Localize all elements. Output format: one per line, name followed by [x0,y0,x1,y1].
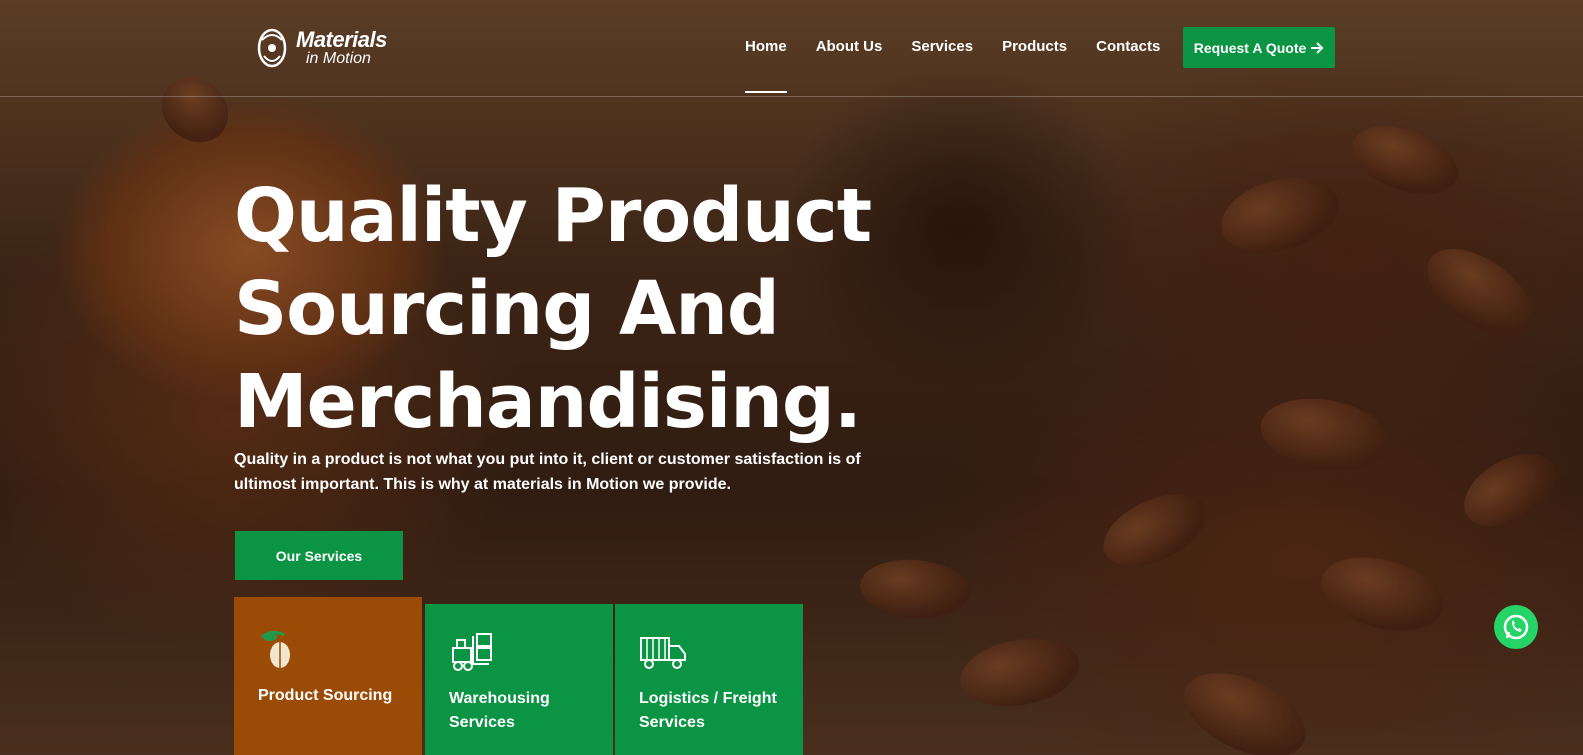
nav-contacts[interactable]: Contacts [1096,38,1160,93]
hero-description: Quality in a product is not what you put… [234,451,861,493]
request-quote-label: Request A Quote [1193,39,1307,56]
hero-title: Quality Product Sourcing And Merchandisi… [234,170,874,449]
brand-tagline: in Motion [306,50,371,67]
hero-title-line-3: Merchandising. [234,359,862,445]
main-nav: Home About Us Services Products Contacts [745,38,1189,93]
whatsapp-button[interactable] [1494,605,1538,649]
arrow-right-icon [1311,41,1324,54]
service-card-logistics[interactable]: Logistics / Freight Services [615,604,803,755]
service-card-label: Warehousing Services [449,690,550,731]
service-card-product-sourcing[interactable]: Product Sourcing [234,597,422,755]
nav-products[interactable]: Products [1002,38,1067,93]
forklift-icon [452,633,492,671]
nav-about-us[interactable]: About Us [816,38,883,93]
hero-title-line-1: Quality Product [234,173,872,259]
brand-name: Materials [296,27,387,52]
cocoa-pod-icon [261,630,290,668]
service-card-warehousing[interactable]: Warehousing Services [425,604,613,755]
site-header: Materials in Motion Home About Us Servic… [0,0,1583,97]
service-card-label: Logistics / Freight Services [639,690,777,731]
service-card-label: Product Sourcing [258,687,393,704]
our-services-button[interactable]: Our Services [235,531,403,580]
nav-services[interactable]: Services [911,38,973,93]
delivery-truck-icon [640,637,686,669]
cocoa-logo-icon [257,28,287,68]
whatsapp-icon [1503,614,1529,640]
request-quote-button[interactable]: Request A Quote [1183,27,1335,68]
hero-title-line-2: Sourcing And [234,266,780,352]
brand-logo[interactable]: Materials in Motion [252,26,387,70]
nav-home[interactable]: Home [745,38,787,93]
